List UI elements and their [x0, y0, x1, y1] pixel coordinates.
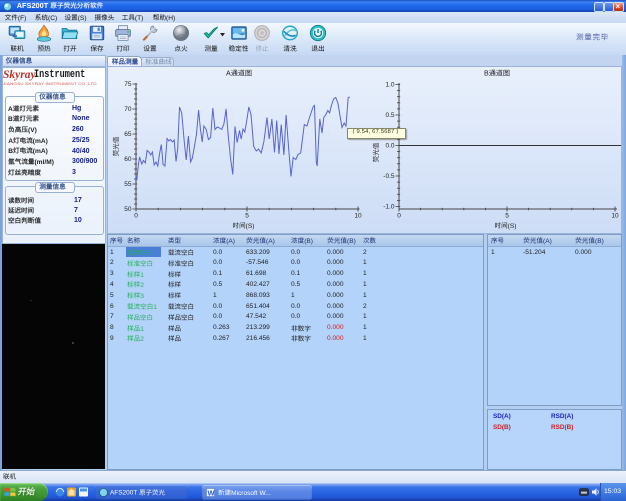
svg-text:B: B	[8, 148, 13, 155]
svg-text:(T): (T)	[135, 14, 143, 21]
svg-text:(C): (C)	[48, 14, 57, 21]
svg-text:60: 60	[124, 156, 132, 163]
svg-text:(V): (V)	[28, 127, 37, 134]
svg-text:A: A	[8, 137, 13, 144]
svg-text:2: 2	[140, 282, 144, 289]
svg-text:0.5: 0.5	[385, 112, 394, 119]
svg-text:1.0: 1.0	[385, 82, 394, 89]
svg-text:75: 75	[124, 81, 132, 88]
svg-text:5: 5	[505, 213, 509, 220]
svg-text:(B): (B)	[595, 237, 604, 244]
svg-text:(F): (F)	[18, 14, 26, 21]
svg-text:-1.0: -1.0	[383, 204, 395, 211]
svg-text:Microsoft W...: Microsoft W...	[231, 489, 271, 496]
svg-text:(mA): (mA)	[33, 137, 48, 144]
svg-text:0.0: 0.0	[385, 143, 394, 150]
svg-text:1: 1	[153, 304, 157, 311]
svg-text:(A): (A)	[266, 237, 275, 244]
svg-text:(B): (B)	[304, 237, 313, 244]
svg-text:55: 55	[124, 181, 132, 188]
svg-text:AFS200T: AFS200T	[110, 489, 137, 496]
svg-text:0: 0	[134, 213, 138, 220]
svg-text:(H): (H)	[166, 14, 175, 21]
svg-text:-0.5: -0.5	[383, 173, 395, 180]
svg-text:0: 0	[397, 213, 401, 220]
svg-text:1: 1	[140, 325, 144, 332]
svg-text:10: 10	[354, 213, 362, 220]
svg-text:10: 10	[611, 213, 619, 220]
svg-text:70: 70	[124, 106, 132, 113]
svg-text:AFS200T: AFS200T	[17, 1, 49, 10]
svg-text:W: W	[208, 489, 216, 498]
svg-text:65: 65	[124, 131, 132, 138]
svg-text:(mA): (mA)	[33, 148, 48, 155]
svg-text:A: A	[8, 105, 13, 112]
svg-text:A: A	[226, 69, 231, 77]
svg-text:50: 50	[124, 206, 132, 213]
svg-text:(B): (B)	[347, 237, 356, 244]
svg-text:(S): (S)	[246, 223, 255, 230]
svg-text:1: 1	[140, 271, 144, 278]
svg-text:B: B	[8, 116, 13, 123]
svg-text:B: B	[484, 69, 489, 77]
svg-text:(A): (A)	[226, 237, 235, 244]
svg-text:2: 2	[140, 336, 144, 343]
svg-text:3: 3	[140, 293, 144, 300]
svg-text:5: 5	[245, 213, 249, 220]
svg-text:(S): (S)	[78, 14, 87, 21]
svg-text:(A): (A)	[543, 237, 552, 244]
svg-text:(S): (S)	[508, 223, 517, 230]
svg-text:(ml/M): (ml/M)	[35, 159, 54, 166]
